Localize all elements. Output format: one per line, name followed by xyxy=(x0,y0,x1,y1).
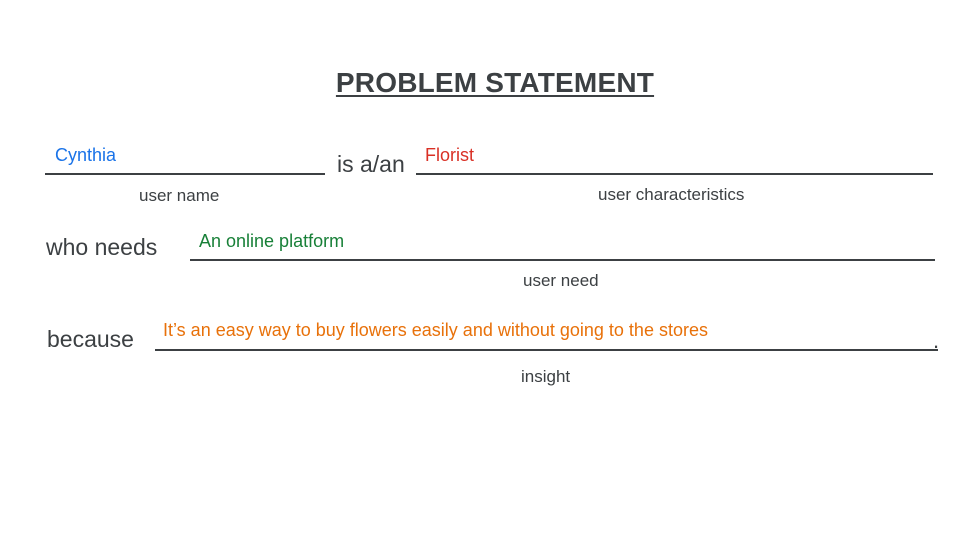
because-connector: because xyxy=(47,326,134,352)
insight-label: insight xyxy=(521,367,571,386)
who-needs-connector: who needs xyxy=(46,234,158,260)
insight-value[interactable]: It’s an easy way to buy flowers easily a… xyxy=(163,320,708,341)
user-name-value[interactable]: Cynthia xyxy=(55,145,116,166)
insight-underline xyxy=(155,349,938,351)
user-need-value[interactable]: An online platform xyxy=(199,231,344,252)
user-need-label: user need xyxy=(523,271,599,290)
user-characteristics-underline xyxy=(416,173,933,175)
is-a-an-connector: is a/an xyxy=(337,151,405,177)
user-characteristics-label: user characteristics xyxy=(598,185,745,204)
sentence-end-period: . xyxy=(933,328,940,353)
user-name-label: user name xyxy=(139,186,220,205)
user-characteristics-value[interactable]: Florist xyxy=(425,145,474,166)
user-need-underline xyxy=(190,259,935,261)
user-name-underline xyxy=(45,173,325,175)
problem-statement-title: PROBLEM STATEMENT xyxy=(335,67,655,98)
